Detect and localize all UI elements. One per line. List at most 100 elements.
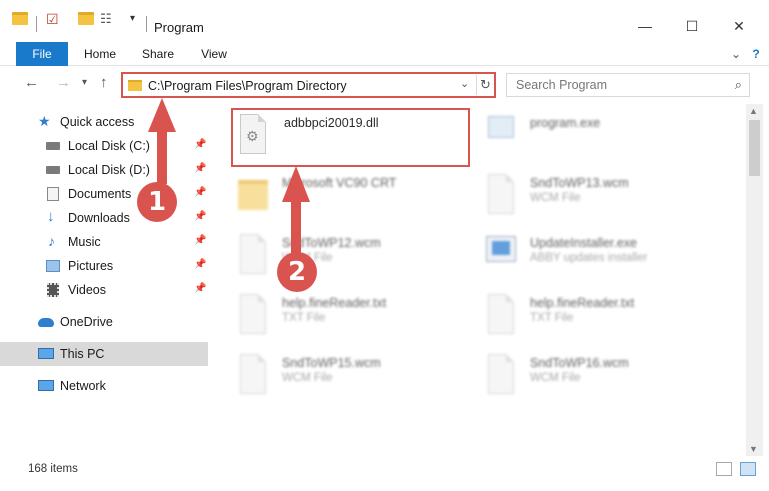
file-type: WCM File bbox=[282, 372, 333, 384]
divider bbox=[36, 16, 37, 32]
file-name: Microsoft VC90 CRT bbox=[282, 176, 397, 190]
pin-icon[interactable]: 📌 bbox=[194, 259, 206, 270]
back-icon[interactable]: ← bbox=[24, 74, 39, 91]
new-folder-icon[interactable] bbox=[78, 12, 94, 30]
document-icon bbox=[236, 232, 270, 278]
videos-icon bbox=[47, 283, 59, 297]
installer-icon bbox=[484, 232, 518, 278]
document-icon bbox=[236, 292, 270, 338]
sidebar-item-quick-access[interactable]: ★ Quick access bbox=[0, 110, 208, 134]
sidebar-item-local-disk-c[interactable]: Local Disk (C:) 📌 bbox=[0, 134, 208, 158]
document-icon bbox=[484, 292, 518, 338]
pin-icon[interactable]: 📌 bbox=[194, 187, 206, 198]
file-item-sndtowp15[interactable]: SndToWP15.wcm WCM File bbox=[236, 352, 476, 412]
recent-dropdown-icon[interactable]: ▾ bbox=[82, 77, 87, 88]
file-type: WCM File bbox=[530, 372, 581, 384]
file-name: UpdateInstaller.exe bbox=[530, 236, 638, 250]
search-input[interactable]: Search Program bbox=[516, 78, 607, 92]
sidebar-item-label: OneDrive bbox=[60, 315, 113, 329]
tab-share[interactable]: Share bbox=[136, 42, 180, 66]
file-item-help-txt[interactable]: help.fineReader.txt TXT File bbox=[236, 292, 476, 352]
sidebar-item-pictures[interactable]: Pictures 📌 bbox=[0, 254, 208, 278]
file-name: SndToWP13.wcm bbox=[530, 176, 629, 190]
help-icon[interactable]: ? bbox=[748, 42, 764, 66]
file-item-help-txt-2[interactable]: help.fineReader.txt TXT File bbox=[484, 292, 724, 352]
file-name: SndToWP16.wcm bbox=[530, 356, 629, 370]
cloud-icon bbox=[38, 318, 54, 327]
close-button[interactable]: ✕ bbox=[716, 12, 762, 40]
divider bbox=[146, 16, 147, 32]
sidebar-item-label: Documents bbox=[68, 187, 132, 201]
title-bar: ☑ ☷ ▾ Program — ☐ ✕ bbox=[0, 0, 769, 40]
sidebar-item-label: This PC bbox=[60, 347, 105, 361]
file-name: help.fineReader.txt bbox=[282, 296, 387, 310]
tab-view[interactable]: View bbox=[194, 42, 234, 66]
sidebar-item-local-disk-d[interactable]: Local Disk (D:) 📌 bbox=[0, 158, 208, 182]
ribbon-expand-icon[interactable]: ⌄ bbox=[728, 42, 744, 66]
folder-icon bbox=[12, 12, 28, 30]
pin-icon[interactable]: 📌 bbox=[194, 139, 206, 150]
search-icon[interactable]: ⌕ bbox=[735, 77, 742, 93]
download-icon: ↓ bbox=[47, 208, 55, 225]
file-name: help.fineReader.txt bbox=[530, 296, 635, 310]
drive-icon bbox=[46, 142, 60, 150]
tab-file[interactable]: File bbox=[16, 42, 68, 66]
network-icon bbox=[38, 380, 54, 391]
step-2-badge: 2 bbox=[277, 252, 317, 292]
file-type: TXT File bbox=[530, 312, 574, 324]
sidebar-item-videos[interactable]: Videos 📌 bbox=[0, 278, 208, 302]
exe-file-icon bbox=[484, 112, 518, 158]
file-item-updateinstaller[interactable]: UpdateInstaller.exe ABBY updates install… bbox=[484, 232, 724, 292]
file-highlight-box bbox=[231, 108, 470, 167]
file-type: WCM File bbox=[530, 192, 581, 204]
scroll-thumb[interactable] bbox=[749, 120, 760, 176]
document-icon bbox=[484, 172, 518, 218]
sidebar-item-network[interactable]: Network bbox=[0, 374, 208, 398]
folder-icon bbox=[128, 80, 142, 91]
address-bar[interactable]: C:\Program Files\Program Directory ⌄ ↻ bbox=[121, 72, 496, 98]
address-dropdown-icon[interactable]: ⌄ bbox=[460, 77, 469, 90]
file-name: SndToWP12.wcm bbox=[282, 236, 381, 250]
sidebar-item-label: Downloads bbox=[68, 211, 130, 225]
sidebar-item-onedrive[interactable]: OneDrive bbox=[0, 310, 208, 334]
file-type: ABBY updates installer bbox=[530, 252, 648, 264]
drive-icon bbox=[46, 166, 60, 174]
qa-dropdown-icon[interactable]: ▾ bbox=[130, 13, 135, 31]
customize-icon[interactable]: ☷ bbox=[100, 11, 112, 29]
pin-icon[interactable]: 📌 bbox=[194, 211, 206, 222]
forward-icon[interactable]: → bbox=[56, 74, 71, 91]
star-icon: ★ bbox=[38, 113, 51, 129]
properties-icon[interactable]: ☑ bbox=[46, 11, 59, 29]
scroll-down-icon[interactable]: ▼ bbox=[749, 444, 758, 454]
minimize-button[interactable]: — bbox=[622, 12, 668, 40]
file-item-vc90-folder[interactable]: Microsoft VC90 CRT bbox=[236, 172, 476, 232]
folder-icon bbox=[236, 172, 270, 218]
maximize-button[interactable]: ☐ bbox=[669, 12, 715, 40]
sidebar-item-label: Videos bbox=[68, 283, 106, 297]
sidebar-item-label: Quick access bbox=[60, 115, 135, 129]
address-path[interactable]: C:\Program Files\Program Directory bbox=[148, 79, 347, 93]
tab-home[interactable]: Home bbox=[78, 42, 122, 66]
pin-icon[interactable]: 📌 bbox=[194, 283, 206, 294]
vertical-scrollbar[interactable]: ▲ ▼ bbox=[746, 104, 763, 456]
file-item-sndtowp13[interactable]: SndToWP13.wcm WCM File bbox=[484, 172, 724, 232]
pin-icon[interactable]: 📌 bbox=[194, 235, 206, 246]
refresh-icon[interactable]: ↻ bbox=[476, 75, 494, 95]
sidebar-item-music[interactable]: ♪ Music 📌 bbox=[0, 230, 208, 254]
navigation-pane: ★ Quick access Local Disk (C:) 📌 Local D… bbox=[0, 104, 214, 456]
file-type: TXT File bbox=[282, 312, 326, 324]
scroll-up-icon[interactable]: ▲ bbox=[749, 106, 758, 116]
search-box[interactable]: Search Program ⌕ bbox=[506, 73, 750, 97]
file-item-sndtowp16[interactable]: SndToWP16.wcm WCM File bbox=[484, 352, 724, 412]
file-item-sndtowp12[interactable]: SndToWP12.wcm WCM File bbox=[236, 232, 476, 292]
large-icons-view-icon[interactable] bbox=[740, 462, 756, 476]
sidebar-item-downloads[interactable]: ↓ Downloads 📌 bbox=[0, 206, 208, 230]
file-item-program-exe[interactable]: program.exe bbox=[484, 112, 724, 172]
details-view-icon[interactable] bbox=[716, 462, 732, 476]
up-icon[interactable]: ↑ bbox=[100, 74, 108, 91]
ribbon-tabs: File Home Share View ⌄ ? bbox=[0, 42, 769, 66]
pin-icon[interactable]: 📌 bbox=[194, 163, 206, 174]
sidebar-item-this-pc[interactable]: This PC bbox=[0, 342, 208, 366]
sidebar-item-label: Pictures bbox=[68, 259, 114, 273]
document-icon bbox=[236, 352, 270, 398]
